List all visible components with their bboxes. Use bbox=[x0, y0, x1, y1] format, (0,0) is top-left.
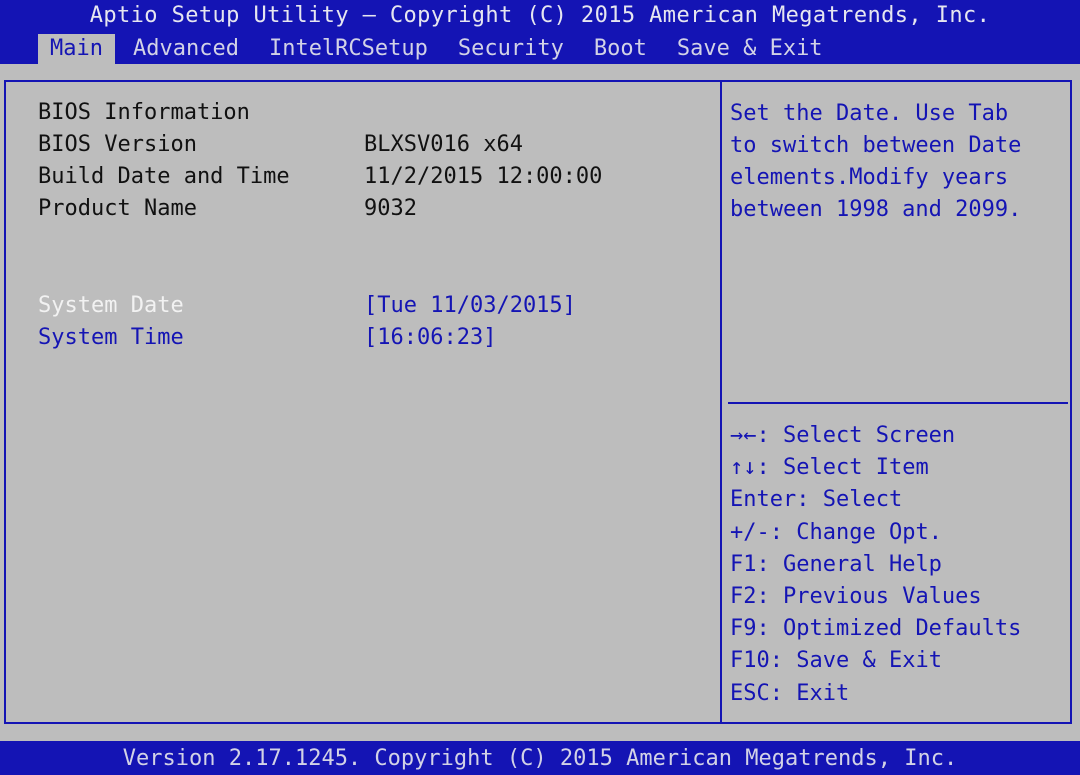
bios-version-value: BLXSV016 x64 bbox=[364, 132, 523, 157]
key-f2: F2: Previous Values bbox=[730, 583, 982, 609]
build-date-label: Build Date and Time bbox=[38, 164, 290, 189]
help-line: Set the Date. Use Tab bbox=[730, 101, 1009, 126]
system-time-label[interactable]: System Time bbox=[38, 322, 184, 354]
app-title: Aptio Setup Utility – Copyright (C) 2015… bbox=[89, 3, 991, 28]
bios-version-label: BIOS Version bbox=[38, 132, 197, 157]
help-line: elements.Modify years bbox=[730, 165, 1009, 190]
key-select-item: ↑↓: Select Item bbox=[730, 455, 929, 481]
help-divider bbox=[728, 402, 1068, 404]
tab-save-exit[interactable]: Save & Exit bbox=[665, 34, 835, 64]
product-name-value: 9032 bbox=[364, 196, 417, 221]
help-text: Set the Date. Use Tab to switch between … bbox=[730, 98, 1060, 226]
tab-intelrcsetup[interactable]: IntelRCSetup bbox=[257, 34, 440, 64]
tab-security[interactable]: Security bbox=[446, 34, 576, 64]
section-heading: BIOS Information bbox=[38, 100, 250, 125]
key-enter: Enter: Select bbox=[730, 487, 903, 513]
product-name-label: Product Name bbox=[38, 196, 197, 221]
key-change-opt: +/-: Change Opt. bbox=[730, 519, 942, 545]
tab-boot[interactable]: Boot bbox=[582, 34, 659, 64]
tab-advanced[interactable]: Advanced bbox=[121, 34, 251, 64]
key-select-screen: →←: Select Screen bbox=[730, 423, 956, 448]
help-line: to switch between Date bbox=[730, 133, 1022, 158]
system-time-field[interactable]: [16:06:23] bbox=[364, 322, 496, 354]
panel-divider bbox=[720, 80, 722, 724]
left-right-arrows-icon: →← bbox=[730, 423, 757, 448]
system-date-field[interactable]: [Tue 11/03/2015] bbox=[364, 290, 576, 322]
up-down-arrows-icon: ↑↓ bbox=[730, 455, 757, 481]
system-date-label[interactable]: System Date bbox=[38, 290, 184, 322]
key-f9: F9: Optimized Defaults bbox=[730, 616, 1022, 642]
build-date-value: 11/2/2015 12:00:00 bbox=[364, 164, 603, 189]
help-line: between 1998 and 2099. bbox=[730, 197, 1022, 222]
version-text: Version 2.17.1245. Copyright (C) 2015 Am… bbox=[122, 746, 958, 771]
title-bar: Aptio Setup Utility – Copyright (C) 2015… bbox=[0, 0, 1080, 64]
key-esc: ESC: Exit bbox=[730, 680, 850, 706]
key-legend: →←: Select Screen ↑↓: Select Item Enter:… bbox=[730, 420, 1021, 710]
key-f1: F1: General Help bbox=[730, 551, 942, 577]
footer-bar: Version 2.17.1245. Copyright (C) 2015 Am… bbox=[0, 741, 1080, 775]
tab-main[interactable]: Main bbox=[38, 34, 115, 64]
key-f10: F10: Save & Exit bbox=[730, 648, 942, 674]
tab-bar: Main Advanced IntelRCSetup Security Boot… bbox=[38, 34, 841, 64]
